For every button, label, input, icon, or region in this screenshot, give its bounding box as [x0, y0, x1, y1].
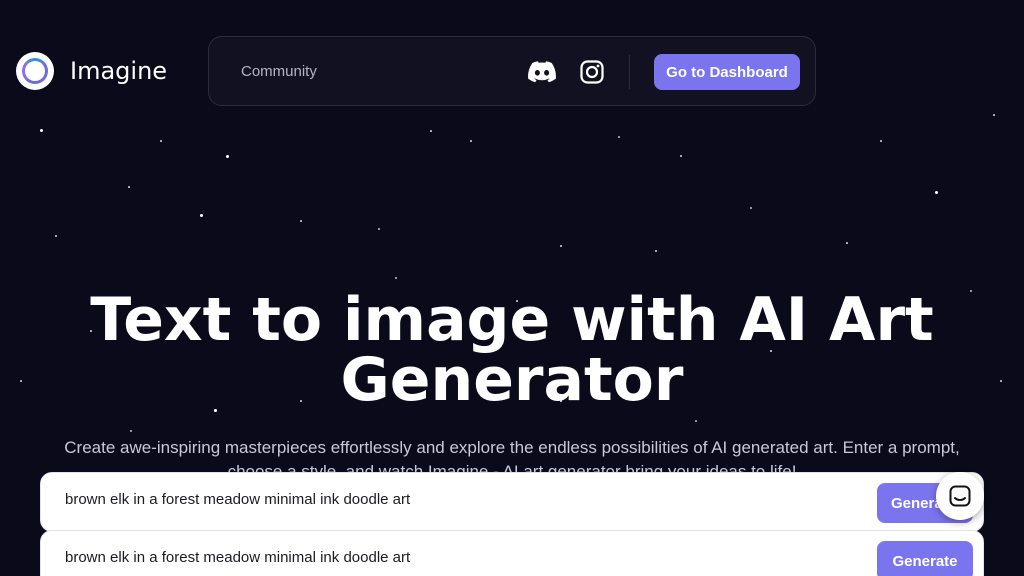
- star-dot: [40, 129, 43, 132]
- star-dot: [880, 140, 882, 142]
- star-dot: [300, 220, 302, 222]
- discord-icon[interactable]: [527, 57, 557, 87]
- star-dot: [226, 155, 229, 158]
- star-dot: [560, 245, 562, 247]
- prompt-bar-sticky: Generate: [40, 530, 984, 576]
- hero-title: Text to image with AI Art Generator: [0, 290, 1024, 410]
- star-dot: [430, 130, 432, 132]
- nav-divider: [629, 55, 630, 89]
- star-dot: [695, 420, 697, 422]
- star-dot: [55, 235, 57, 237]
- logo-icon: [16, 52, 54, 90]
- chat-launcher-button[interactable]: [936, 472, 984, 520]
- brand-name: Imagine: [70, 57, 168, 85]
- star-dot: [200, 214, 203, 217]
- star-dot: [395, 277, 397, 279]
- prompt-bar: Generate: [40, 472, 984, 532]
- star-dot: [750, 207, 752, 209]
- page: Imagine Community Go to Dashboard Text t…: [0, 0, 1024, 576]
- star-dot: [378, 228, 380, 230]
- star-dot: [846, 242, 848, 244]
- generate-button[interactable]: Generate: [877, 541, 973, 576]
- star-dot: [993, 114, 995, 116]
- brand[interactable]: Imagine: [16, 52, 167, 90]
- go-to-dashboard-button[interactable]: Go to Dashboard: [654, 54, 800, 90]
- chat-icon: [949, 485, 971, 507]
- prompt-input[interactable]: [65, 491, 845, 508]
- star-dot: [130, 430, 132, 432]
- hero-title-line2: Generator: [340, 345, 684, 415]
- prompt-input[interactable]: [65, 549, 845, 566]
- star-dot: [655, 250, 657, 252]
- nav-link-community[interactable]: Community: [241, 63, 317, 80]
- instagram-icon[interactable]: [577, 57, 607, 87]
- top-nav: Community Go to Dashboard: [208, 36, 816, 106]
- star-dot: [680, 155, 682, 157]
- star-dot: [128, 186, 130, 188]
- star-dot: [470, 140, 472, 142]
- star-dot: [935, 191, 938, 194]
- star-dot: [160, 140, 162, 142]
- star-dot: [618, 136, 620, 138]
